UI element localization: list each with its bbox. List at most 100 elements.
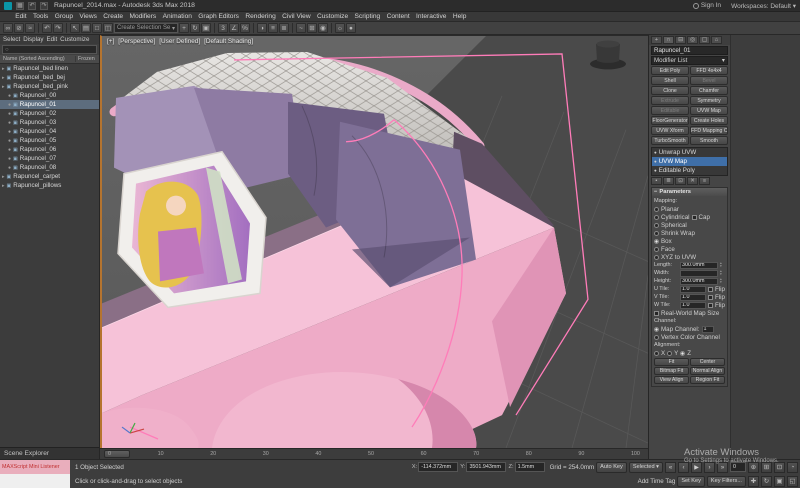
- undo-toolbar-icon[interactable]: ↶: [42, 23, 52, 33]
- current-frame-field[interactable]: 0: [730, 462, 746, 472]
- key-filter-dropdown[interactable]: Selected ▾: [628, 461, 663, 473]
- select-by-name-icon[interactable]: ▤: [81, 23, 91, 33]
- vertex-color-row[interactable]: Vertex Color Channel: [654, 333, 725, 341]
- make-unique-icon[interactable]: ⊡: [675, 177, 686, 185]
- link-icon[interactable]: ∞: [3, 23, 13, 33]
- undo-icon[interactable]: ↶: [28, 1, 36, 10]
- v-flip-checkbox[interactable]: [708, 294, 714, 300]
- workspaces-dropdown[interactable]: Workspaces: Default ▾: [731, 2, 796, 10]
- percent-snap-icon[interactable]: %: [240, 23, 250, 33]
- sign-in-button[interactable]: Sign In: [692, 2, 721, 9]
- material-editor-icon[interactable]: ◉: [318, 23, 328, 33]
- modifier-button[interactable]: Shell: [651, 76, 689, 85]
- explorer-menu-display[interactable]: Display: [23, 36, 43, 44]
- visibility-bulb-icon[interactable]: ●: [654, 168, 657, 173]
- show-end-result-icon[interactable]: ≣: [663, 177, 674, 185]
- list-item-selected[interactable]: ● ▣ Rapuncel_01: [0, 100, 99, 109]
- stack-item-uvw-map-selected[interactable]: ● UVW Map: [652, 157, 727, 166]
- maxscript-macro-recorder[interactable]: MAXScript Mini Listener: [0, 460, 70, 474]
- perspective-viewport[interactable]: [+] [Perspective] [User Defined] [Defaul…: [100, 35, 648, 448]
- align-z-radio[interactable]: [680, 350, 686, 356]
- select-rotate-icon[interactable]: ↻: [190, 23, 200, 33]
- menu-content[interactable]: Content: [383, 13, 412, 20]
- eye-icon[interactable]: ●: [8, 156, 11, 162]
- zoom-extents-icon[interactable]: ⊡: [774, 461, 785, 473]
- go-to-start-button[interactable]: «: [665, 461, 676, 473]
- modifier-button[interactable]: Extrude: [651, 96, 689, 105]
- modifier-button[interactable]: FFD Mapping Clear: [690, 126, 728, 135]
- parameters-rollout-header[interactable]: − Parameters: [652, 188, 727, 196]
- stack-item-editable-poly[interactable]: ● Editable Poly: [652, 166, 727, 175]
- layer-manager-icon[interactable]: ≣: [279, 23, 289, 33]
- maximize-viewport-icon[interactable]: ▣: [774, 475, 785, 487]
- unlink-icon[interactable]: ⊘: [14, 23, 24, 33]
- mapping-box[interactable]: Box: [654, 237, 725, 245]
- menu-interactive[interactable]: Interactive: [413, 13, 450, 20]
- visibility-bulb-icon[interactable]: ●: [654, 150, 657, 155]
- eye-icon[interactable]: ●: [8, 138, 11, 144]
- menu-animation[interactable]: Animation: [159, 13, 195, 20]
- modifier-button[interactable]: Symmetry: [690, 96, 728, 105]
- bitmap-fit-button[interactable]: Bitmap Fit: [654, 367, 689, 375]
- explorer-search-input[interactable]: ○: [2, 45, 97, 54]
- menu-scripting[interactable]: Scripting: [351, 13, 383, 20]
- add-time-tag[interactable]: Add Time Tag: [638, 478, 676, 485]
- menu-modifiers[interactable]: Modifiers: [126, 13, 159, 20]
- modifier-button[interactable]: Clone: [651, 86, 689, 95]
- window-crossing-icon[interactable]: ◫: [103, 23, 113, 33]
- tab-utilities[interactable]: ⌂: [711, 36, 722, 44]
- list-item[interactable]: ▸ ▣ Rapuncel_bed linen: [0, 64, 99, 73]
- mapping-cylindrical[interactable]: Cylindrical Cap: [654, 213, 725, 221]
- list-item[interactable]: ● ▣ Rapuncel_05: [0, 136, 99, 145]
- zoom-region-icon[interactable]: ◱: [787, 475, 798, 487]
- modifier-button[interactable]: UVW Map: [690, 106, 728, 115]
- expand-icon[interactable]: ▸: [2, 84, 5, 90]
- zoom-all-icon[interactable]: ⊞: [761, 461, 772, 473]
- tab-display[interactable]: ▢: [699, 36, 710, 44]
- previous-frame-button[interactable]: ‹: [678, 461, 689, 473]
- list-item[interactable]: ● ▣ Rapuncel_06: [0, 145, 99, 154]
- list-item[interactable]: ● ▣ Rapuncel_04: [0, 127, 99, 136]
- orbit-icon[interactable]: ↻: [761, 475, 772, 487]
- list-item[interactable]: ▸ ▣ Rapuncel_bed_bej: [0, 73, 99, 82]
- curve-editor-icon[interactable]: ~: [296, 23, 306, 33]
- go-to-end-button[interactable]: »: [717, 461, 728, 473]
- remove-modifier-icon[interactable]: ✕: [687, 177, 698, 185]
- next-frame-button[interactable]: ›: [704, 461, 715, 473]
- height-spinner[interactable]: 300.0mm: [680, 277, 718, 285]
- width-spinner[interactable]: [680, 269, 718, 277]
- select-scale-icon[interactable]: ▣: [201, 23, 211, 33]
- modifier-button[interactable]: Bevel: [690, 76, 728, 85]
- list-item[interactable]: ● ▣ Rapuncel_00: [0, 91, 99, 100]
- mirror-icon[interactable]: ◑: [257, 23, 267, 33]
- align-x-radio[interactable]: [654, 350, 659, 356]
- length-spinner[interactable]: 300.0mm: [680, 261, 718, 269]
- rect-region-icon[interactable]: □: [92, 23, 102, 33]
- mapping-planar[interactable]: Planar: [654, 205, 725, 213]
- explorer-menu-customize[interactable]: Customize: [60, 36, 89, 44]
- stack-item-unwrap-uvw[interactable]: ● Unwrap UVW: [652, 148, 727, 157]
- region-fit-button[interactable]: Region Fit: [690, 376, 725, 384]
- set-key-button[interactable]: Set Key: [677, 475, 705, 487]
- modifier-button[interactable]: FFD 4x4x4: [690, 66, 728, 75]
- expand-icon[interactable]: ▸: [2, 174, 5, 180]
- visibility-bulb-icon[interactable]: ●: [654, 159, 657, 164]
- modifier-button[interactable]: Edit Poly: [651, 66, 689, 75]
- field-of-view-icon[interactable]: ◔: [787, 461, 798, 473]
- menu-graph-editors[interactable]: Graph Editors: [195, 13, 242, 20]
- viewport-menu-camera[interactable]: [User Defined]: [159, 38, 200, 45]
- menu-civil-view[interactable]: Civil View: [279, 13, 314, 20]
- list-item[interactable]: ▸ ▣ Rapuncel_bed_pink: [0, 82, 99, 91]
- frozen-column-header[interactable]: Frozen: [75, 56, 99, 62]
- align-y-radio[interactable]: [667, 350, 673, 356]
- bind-spacewarp-icon[interactable]: ≈: [25, 23, 35, 33]
- map-channel-row[interactable]: Map Channel: 1: [654, 325, 725, 333]
- play-button[interactable]: ▶: [691, 461, 702, 473]
- cap-checkbox[interactable]: [691, 214, 697, 220]
- x-coordinate[interactable]: X: -114.372mm: [412, 462, 459, 472]
- mapping-shrink-wrap[interactable]: Shrink Wrap: [654, 229, 725, 237]
- scene-explorer-title[interactable]: Scene Explorer: [0, 447, 99, 459]
- mapping-xyz-to-uvw[interactable]: XYZ to UVW: [654, 253, 725, 261]
- list-item[interactable]: ● ▣ Rapuncel_02: [0, 109, 99, 118]
- v-tile-spinner[interactable]: 1.0: [680, 293, 707, 301]
